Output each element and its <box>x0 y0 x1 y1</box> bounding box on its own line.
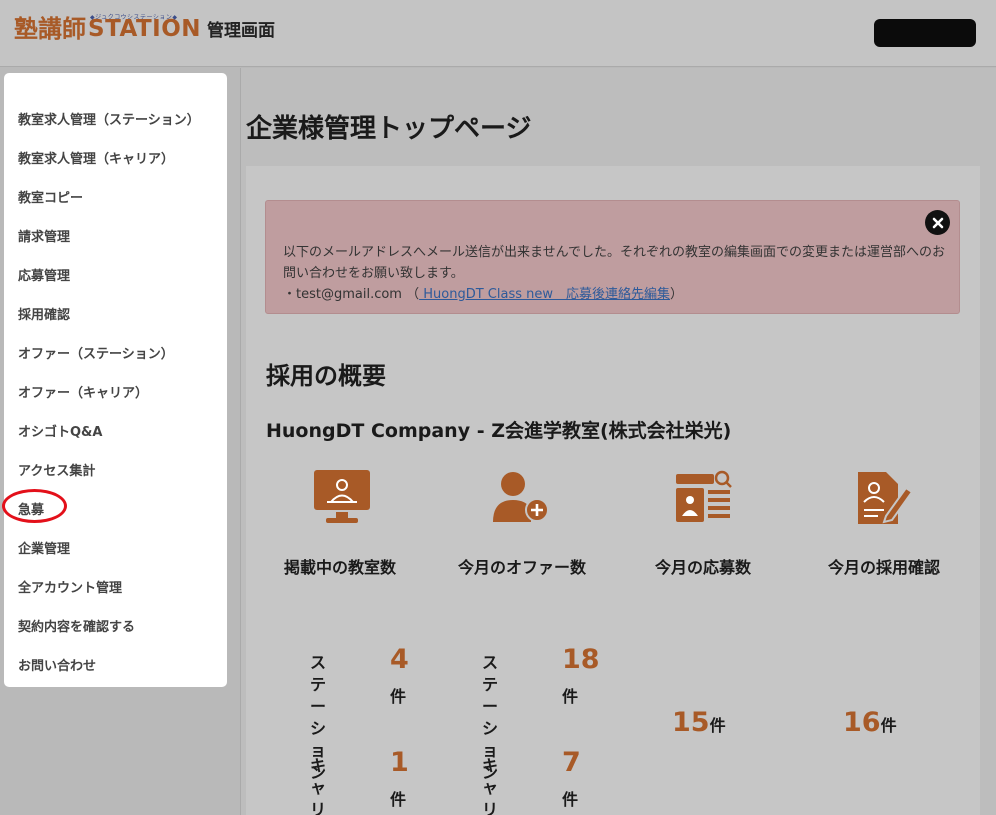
id-card-search-icon <box>676 470 732 522</box>
alert-email-line: ・test@gmail.com （ HuongDT Class new 応募後連… <box>283 284 953 305</box>
account-menu-button[interactable] <box>874 19 976 47</box>
user-plus-icon <box>493 472 549 522</box>
hires-value: 16 <box>843 707 881 738</box>
app-header: 塾講師 ◆ジュクコウシステーション◆ STATION 管理画面 <box>0 0 996 67</box>
stat-label-classrooms: 掲載中の教室数 <box>283 558 396 577</box>
alert-close-button[interactable] <box>925 210 950 235</box>
sidebar-item-classroom-copy[interactable]: 教室コピー <box>18 187 83 206</box>
classroom-edit-link[interactable]: HuongDT Class new 応募後連絡先編集 <box>419 287 670 302</box>
sidebar-item-all-accounts[interactable]: 全アカウント管理 <box>18 577 122 596</box>
classrooms-career-value: 1 <box>390 747 409 778</box>
stat-label-hires: 今月の採用確認 <box>827 558 940 577</box>
sidebar-item-offers-station[interactable]: オファー（ステーション） <box>18 343 174 362</box>
logo-jp-text: 塾講師 <box>14 15 86 43</box>
section-title: 採用の概要 <box>266 362 386 390</box>
alert-message: 以下のメールアドレスへメール送信が出来ませんでした。それぞれの教室の編集画面での… <box>283 242 953 305</box>
sidebar-item-classroom-jobs-station[interactable]: 教室求人管理（ステーション） <box>18 109 200 128</box>
unit-label: 件 <box>390 790 407 809</box>
unit-label: 件 <box>562 790 579 809</box>
sidebar-item-company-management[interactable]: 企業管理 <box>18 538 70 557</box>
classrooms-station-value: 4 <box>390 644 409 675</box>
close-icon <box>932 217 943 228</box>
logo-station-wrap: ◆ジュクコウシステーション◆ STATION <box>88 14 201 44</box>
alert-email: ・test@gmail.com （ <box>283 287 420 302</box>
alert-message-text: 以下のメールアドレスへメール送信が出来ませんでした。それぞれの教室の編集画面での… <box>283 245 945 281</box>
sidebar-item-hire-confirmation[interactable]: 採用確認 <box>18 304 70 323</box>
unit-label: 件 <box>390 687 407 706</box>
monitor-user-icon <box>314 470 370 523</box>
logo-kana-text: ◆ジュクコウシステーション◆ <box>90 14 178 21</box>
sidebar-item-billing[interactable]: 請求管理 <box>18 226 70 245</box>
sidebar-item-contract[interactable]: 契約内容を確認する <box>18 616 135 635</box>
sidebar-item-classroom-jobs-career[interactable]: 教室求人管理（キャリア） <box>18 148 174 167</box>
hires-value-wrap: 16件 <box>843 708 897 741</box>
applications-value: 15 <box>672 707 710 738</box>
stat-label-offers: 今月のオファー数 <box>457 558 586 577</box>
alert-email-suffix: ） <box>670 287 684 302</box>
admin-label: 管理画面 <box>207 21 276 41</box>
offers-career-value: 7 <box>562 747 581 778</box>
career-label: キャリア <box>482 756 499 815</box>
unit-label: 件 <box>880 716 897 735</box>
unit-label: 件 <box>709 716 726 735</box>
site-logo[interactable]: 塾講師 ◆ジュクコウシステーション◆ STATION 管理画面 <box>14 14 275 44</box>
applications-value-wrap: 15件 <box>672 708 726 741</box>
document-signature-icon <box>858 472 914 524</box>
sidebar-item-applications[interactable]: 応募管理 <box>18 265 70 284</box>
unit-label: 件 <box>562 687 579 706</box>
sidebar-item-contact[interactable]: お問い合わせ <box>18 655 96 674</box>
sidebar-item-job-qa[interactable]: オシゴトQ&A <box>18 421 102 440</box>
page-title: 企業様管理トップページ <box>246 114 532 144</box>
offers-station-value: 18 <box>562 644 600 675</box>
sidebar-item-offers-career[interactable]: オファー（キャリア） <box>18 382 148 401</box>
company-name: HuongDT Company - Z会進学教室(株式会社栄光) <box>266 420 732 442</box>
highlight-annotation <box>2 489 67 523</box>
stat-label-applications: 今月の応募数 <box>654 558 751 577</box>
career-label: キャリア <box>310 756 327 815</box>
sidebar-item-access-stats[interactable]: アクセス集計 <box>18 460 95 479</box>
